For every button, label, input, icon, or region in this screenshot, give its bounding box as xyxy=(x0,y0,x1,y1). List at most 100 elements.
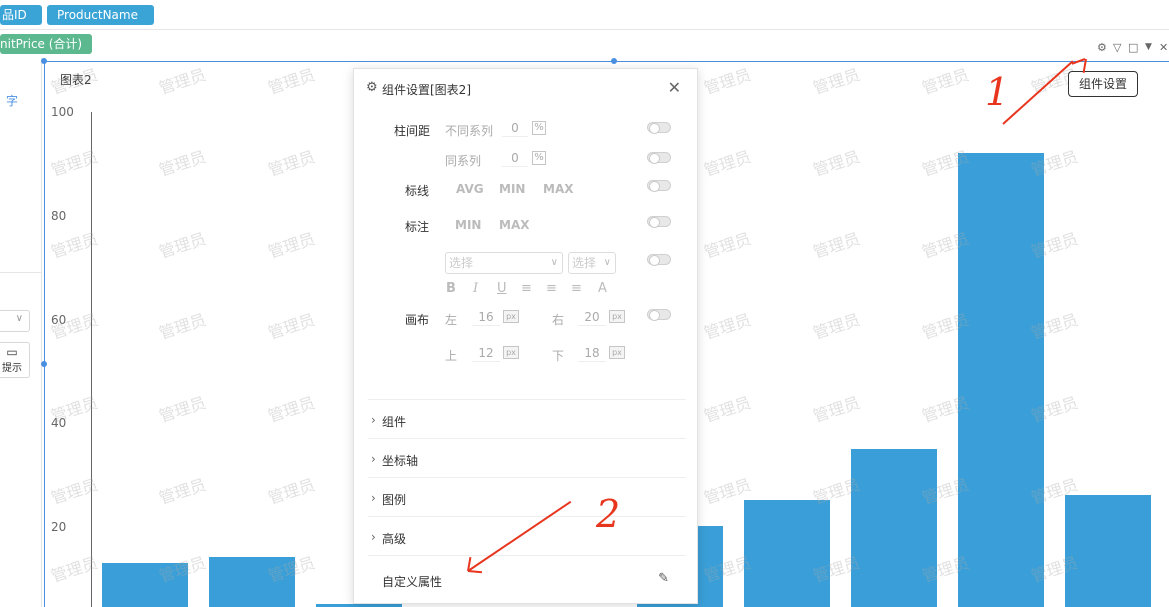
font-color-button[interactable]: A xyxy=(598,281,607,296)
y-tick-label: 60 xyxy=(51,313,67,327)
px-unit: px xyxy=(503,346,519,359)
bar[interactable] xyxy=(1065,495,1151,607)
diff-series-label: 不同系列 xyxy=(445,124,494,138)
y-tick-label: 80 xyxy=(51,209,67,223)
underline-button[interactable]: U xyxy=(497,281,507,296)
bottom-padding-input[interactable]: 18 xyxy=(578,344,606,362)
italic-button[interactable]: I xyxy=(473,281,478,296)
resize-handle[interactable] xyxy=(41,361,47,367)
chevron-right-icon: › xyxy=(371,530,376,544)
gear-icon: ⚙ xyxy=(366,80,378,95)
diff-series-toggle[interactable] xyxy=(647,122,671,134)
align-right-button[interactable]: ≡ xyxy=(571,281,582,296)
bar[interactable] xyxy=(102,563,188,607)
bottom-padding-label: 下 xyxy=(552,349,565,363)
chevron-right-icon: › xyxy=(371,452,376,466)
canvas-label: 画布 xyxy=(405,313,430,327)
resize-handle[interactable] xyxy=(611,58,617,64)
diff-series-input[interactable]: 0 xyxy=(502,119,528,137)
annotate-label: 标注 xyxy=(405,220,430,234)
y-tick-label: 40 xyxy=(51,416,67,430)
canvas-toggle[interactable] xyxy=(647,309,671,321)
left-panel-strip: 字 ∨ ▭ 提示 xyxy=(0,58,42,607)
annotate-toggle[interactable] xyxy=(647,216,671,228)
custom-attributes-link[interactable]: 自定义属性 xyxy=(382,573,442,590)
same-series-input[interactable]: 0 xyxy=(502,149,528,167)
section-label: 坐标轴 xyxy=(382,454,419,468)
gear-icon[interactable]: ⚙ xyxy=(1097,41,1107,54)
chevron-right-icon: › xyxy=(371,491,376,505)
chevron-down-icon: ∨ xyxy=(550,257,558,268)
left-panel-label: 字 xyxy=(6,94,19,108)
bar[interactable] xyxy=(958,153,1044,607)
same-series-toggle[interactable] xyxy=(647,152,671,164)
top-padding-label: 上 xyxy=(445,349,458,363)
field-bar: 品ID ProductName xyxy=(0,0,1169,30)
close-icon[interactable]: ✕ xyxy=(1159,41,1168,54)
chevron-down-icon: ∨ xyxy=(603,257,611,268)
annotation-number-1: 1 xyxy=(985,70,1010,114)
section-label: 组件 xyxy=(382,415,407,429)
tip-label: 提示 xyxy=(2,363,22,374)
size-select-value: 选择 xyxy=(572,256,597,270)
speech-bubble-icon: ▭ xyxy=(6,345,18,359)
bar[interactable] xyxy=(744,500,830,607)
font-select-value: 选择 xyxy=(449,256,474,270)
bar-spacing-label: 柱间距 xyxy=(394,124,431,138)
y-tick-label: 100 xyxy=(51,105,74,119)
top-padding-input[interactable]: 12 xyxy=(472,344,500,362)
y-axis-line xyxy=(91,112,92,607)
align-center-button[interactable]: ≡ xyxy=(546,281,557,296)
size-select[interactable]: 选择 ∨ xyxy=(568,252,616,274)
section-label: 高级 xyxy=(382,532,407,546)
bar[interactable] xyxy=(851,449,937,607)
close-icon[interactable]: ✕ xyxy=(668,78,681,97)
edit-icon[interactable]: ✎ xyxy=(658,571,669,586)
font-select[interactable]: 选择 ∨ xyxy=(445,252,563,274)
caret-down-icon[interactable]: ▼ xyxy=(1145,42,1152,52)
chevron-right-icon: › xyxy=(371,413,376,427)
bold-button[interactable]: B xyxy=(446,281,456,296)
chevron-down-icon: ∨ xyxy=(15,313,23,324)
mark-line-toggle[interactable] xyxy=(647,180,671,192)
annotation-number-2: 2 xyxy=(596,492,621,536)
panel-header: ⚙ 组件设置[图表2] ✕ xyxy=(354,69,697,107)
percent-unit: % xyxy=(532,121,546,135)
settings-tooltip: 组件设置 xyxy=(1068,71,1138,97)
section-label: 图例 xyxy=(382,493,407,507)
field-pill-productname[interactable]: ProductName xyxy=(47,5,154,25)
same-series-label: 同系列 xyxy=(445,154,482,168)
right-padding-input[interactable]: 20 xyxy=(578,308,606,326)
px-unit: px xyxy=(609,310,625,323)
mark-line-min[interactable]: MIN xyxy=(499,182,525,196)
field-pill-id[interactable]: 品ID xyxy=(0,5,42,25)
filter-icon[interactable]: ▽ xyxy=(1113,41,1121,54)
annotate-min[interactable]: MIN xyxy=(455,218,481,232)
y-tick-label: 20 xyxy=(51,520,67,534)
section-axis[interactable]: › 坐标轴 xyxy=(368,438,686,477)
mark-line-avg[interactable]: AVG xyxy=(456,182,484,196)
text-style-toggle[interactable] xyxy=(647,254,671,266)
px-unit: px xyxy=(609,346,625,359)
mark-line-max[interactable]: MAX xyxy=(543,182,573,196)
chart-title: 图表2 xyxy=(60,73,92,87)
align-left-button[interactable]: ≡ xyxy=(521,281,532,296)
bar[interactable] xyxy=(209,557,295,607)
px-unit: px xyxy=(503,310,519,323)
measure-bar: nitPrice (合计) xyxy=(0,30,1169,58)
component-settings-panel: ⚙ 组件设置[图表2] ✕ 柱间距 不同系列 0 % 同系列 0 % 标线 AV… xyxy=(353,68,698,604)
section-advanced[interactable]: › 高级 xyxy=(368,516,686,555)
app-root: 品ID ProductName nitPrice (合计) 字 ∨ ▭ 提示 图… xyxy=(0,0,1169,607)
section-legend[interactable]: › 图例 xyxy=(368,477,686,516)
divider xyxy=(0,272,42,273)
measure-pill-unitprice[interactable]: nitPrice (合计) xyxy=(0,34,92,54)
left-padding-label: 左 xyxy=(445,313,458,327)
annotate-max[interactable]: MAX xyxy=(499,218,529,232)
section-component[interactable]: › 组件 xyxy=(368,399,686,438)
square-icon[interactable]: □ xyxy=(1128,41,1138,54)
left-padding-input[interactable]: 16 xyxy=(472,308,500,326)
left-panel-select[interactable]: ∨ xyxy=(0,310,30,332)
mark-line-label: 标线 xyxy=(405,184,430,198)
tip-button[interactable]: ▭ 提示 xyxy=(0,342,30,378)
resize-handle[interactable] xyxy=(41,58,47,64)
